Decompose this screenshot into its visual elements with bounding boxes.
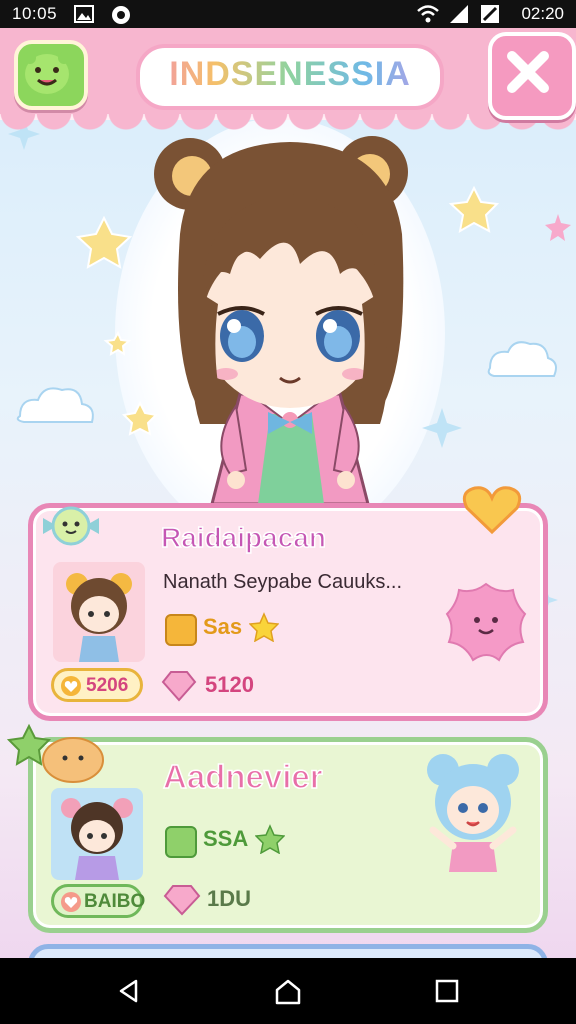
- star-icon: [249, 612, 279, 642]
- sync-icon: [110, 4, 132, 26]
- book-icon: [165, 826, 197, 858]
- status-bar: 10:05 02:20: [0, 0, 576, 28]
- chibi-portrait-icon: [61, 798, 133, 880]
- main-character: [154, 136, 408, 506]
- card-title: Raidaipacan: [160, 521, 326, 554]
- battery-icon: [480, 4, 500, 24]
- card-subtitle: Nanath Seypabe Cauuks...: [163, 571, 403, 593]
- close-button[interactable]: [488, 32, 576, 120]
- heart-badge-icon: [462, 486, 522, 535]
- game-title-banner: INDSENESSIA: [136, 44, 444, 110]
- book-icon: [165, 614, 197, 646]
- heart-coin-icon: [61, 892, 81, 912]
- profile-avatar-button[interactable]: [14, 40, 88, 110]
- wifi-icon: [416, 4, 440, 24]
- character-thumbnail: [53, 562, 145, 662]
- coin-value: BAIBO: [84, 891, 146, 912]
- game-title: INDSENESSIA: [140, 48, 440, 100]
- candy-mascot-icon: [43, 506, 99, 546]
- coin-counter: 5206: [51, 668, 143, 702]
- chibi-portrait-icon: [66, 573, 132, 662]
- heart-coin-icon: [61, 676, 81, 696]
- blue-hair-mascot-icon: [427, 754, 519, 872]
- top-header: INDSENESSIA: [0, 28, 576, 130]
- card-stat-label: Sas: [203, 614, 243, 639]
- character-card[interactable]: Aadnevier SSA BAIBO 1DU: [7, 723, 548, 933]
- card-stat-label: SSA: [203, 826, 249, 851]
- home-icon[interactable]: [274, 978, 302, 1006]
- gem-value: 5120: [205, 672, 254, 697]
- system-navigation-bar: [0, 958, 576, 1024]
- coin-counter: BAIBO: [51, 884, 146, 918]
- card-title: Aadnevier: [162, 757, 323, 796]
- recents-icon[interactable]: [434, 978, 460, 1004]
- star-icon: [255, 824, 285, 854]
- coin-value: 5206: [86, 675, 129, 696]
- close-x-icon: [507, 51, 549, 93]
- character-thumbnail: [51, 788, 143, 880]
- header-scallop: [0, 112, 576, 130]
- gem-icon: [163, 885, 201, 916]
- smiley-blob-icon: [24, 52, 70, 94]
- status-time: 10:05: [12, 4, 58, 23]
- character-card[interactable]: Raidaipacan Nanath Seypabe Cauuks... Sas…: [28, 486, 548, 721]
- star-cookie-icon: [7, 723, 104, 783]
- back-icon[interactable]: [116, 978, 142, 1004]
- gem-icon: [161, 671, 197, 702]
- signal-icon: [448, 4, 470, 24]
- pink-blob-mascot-icon: [445, 582, 527, 662]
- gem-value: 1DU: [207, 886, 252, 911]
- status-clock: 02:20: [521, 4, 564, 23]
- gallery-icon: [74, 4, 94, 24]
